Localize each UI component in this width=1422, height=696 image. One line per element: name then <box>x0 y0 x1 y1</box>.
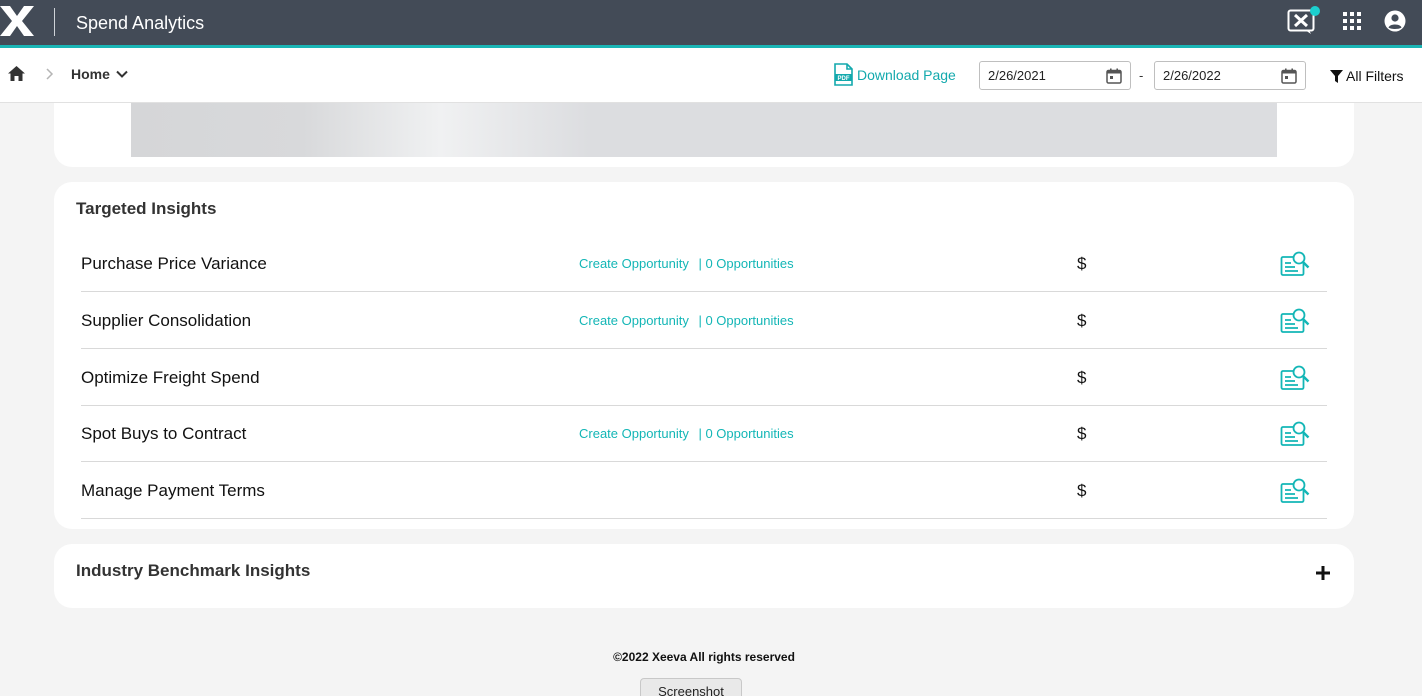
home-icon[interactable] <box>8 66 25 81</box>
all-filters-button[interactable]: All Filters <box>1330 68 1404 84</box>
insight-value: $ <box>1077 311 1087 330</box>
summary-card <box>54 103 1354 167</box>
header-divider <box>54 8 55 36</box>
date-range-separator: - <box>1139 68 1144 83</box>
breadcrumb-home-dropdown[interactable]: Home <box>71 66 128 82</box>
apps-grid-icon[interactable] <box>1343 12 1361 30</box>
footer-copyright: ©2022 Xeeva All rights reserved <box>613 650 795 664</box>
opportunities-count-link[interactable]: | 0 Opportunities <box>698 256 793 271</box>
insight-details-search-icon[interactable] <box>1280 251 1310 277</box>
app-title: Spend Analytics <box>76 13 205 33</box>
insight-name: Manage Payment Terms <box>81 481 265 500</box>
date-to-value: 2/26/2022 <box>1163 68 1221 83</box>
insight-row: Manage Payment Terms $ <box>81 462 1327 519</box>
user-account-icon[interactable] <box>1384 10 1406 32</box>
insight-value: $ <box>1077 254 1087 273</box>
download-page-button[interactable]: PDF Download Page <box>834 63 956 86</box>
insight-row: Spot Buys to Contract Create Opportunity… <box>81 405 1327 462</box>
insight-details-search-icon[interactable] <box>1280 308 1310 334</box>
expand-plus-icon[interactable] <box>1316 566 1330 580</box>
x-logo-icon[interactable] <box>0 6 34 36</box>
create-opportunity-link[interactable]: Create Opportunity <box>579 426 689 441</box>
targeted-insights-title: Targeted Insights <box>76 199 217 218</box>
targeted-insights-card: Targeted Insights Purchase Price Varianc… <box>54 182 1354 529</box>
insight-actions: Create Opportunity | 0 Opportunities <box>579 292 794 349</box>
date-from-value: 2/26/2021 <box>988 68 1046 83</box>
insight-name: Optimize Freight Spend <box>81 368 260 387</box>
download-page-label: Download Page <box>857 66 956 83</box>
insight-row: Optimize Freight Spend $ <box>81 349 1327 406</box>
insight-details-search-icon[interactable] <box>1280 421 1310 447</box>
insight-name: Purchase Price Variance <box>81 254 267 273</box>
loading-placeholder <box>131 103 1277 157</box>
calendar-icon[interactable] <box>1281 68 1297 84</box>
create-opportunity-link[interactable]: Create Opportunity <box>579 313 689 328</box>
breadcrumb-chevron-icon <box>46 68 54 80</box>
insight-row: Supplier Consolidation Create Opportunit… <box>81 292 1327 349</box>
toolbar: Home PDF Download Page 2/26/2021 - 2/26/… <box>0 48 1422 103</box>
insight-value: $ <box>1077 424 1087 443</box>
pdf-icon-label: PDF <box>838 76 850 82</box>
breadcrumb-home-label: Home <box>71 66 110 82</box>
insight-name: Spot Buys to Contract <box>81 424 247 443</box>
filter-icon <box>1330 69 1343 83</box>
opportunities-count-link[interactable]: | 0 Opportunities <box>698 426 793 441</box>
screenshot-button[interactable]: Screenshot <box>640 678 742 696</box>
insight-value: $ <box>1077 368 1087 387</box>
date-from-field[interactable]: 2/26/2021 <box>979 61 1131 90</box>
opportunities-count-link[interactable]: | 0 Opportunities <box>698 313 793 328</box>
insight-row: Purchase Price Variance Create Opportuni… <box>81 235 1327 292</box>
insight-name: Supplier Consolidation <box>81 311 252 330</box>
top-header: Spend Analytics <box>0 0 1422 48</box>
calendar-icon[interactable] <box>1106 68 1122 84</box>
insight-value: $ <box>1077 481 1087 500</box>
notification-dot <box>1310 6 1320 16</box>
date-to-field[interactable]: 2/26/2022 <box>1154 61 1306 90</box>
create-opportunity-link[interactable]: Create Opportunity <box>579 256 689 271</box>
industry-benchmark-card[interactable]: Industry Benchmark Insights <box>54 544 1354 608</box>
insight-actions: Create Opportunity | 0 Opportunities <box>579 405 794 462</box>
pdf-file-icon: PDF <box>834 63 853 86</box>
insight-actions: Create Opportunity | 0 Opportunities <box>579 235 794 292</box>
insight-details-search-icon[interactable] <box>1280 365 1310 391</box>
chevron-down-icon <box>116 70 128 78</box>
insight-details-search-icon[interactable] <box>1280 478 1310 504</box>
industry-benchmark-title: Industry Benchmark Insights <box>76 561 311 580</box>
all-filters-label: All Filters <box>1346 68 1404 84</box>
